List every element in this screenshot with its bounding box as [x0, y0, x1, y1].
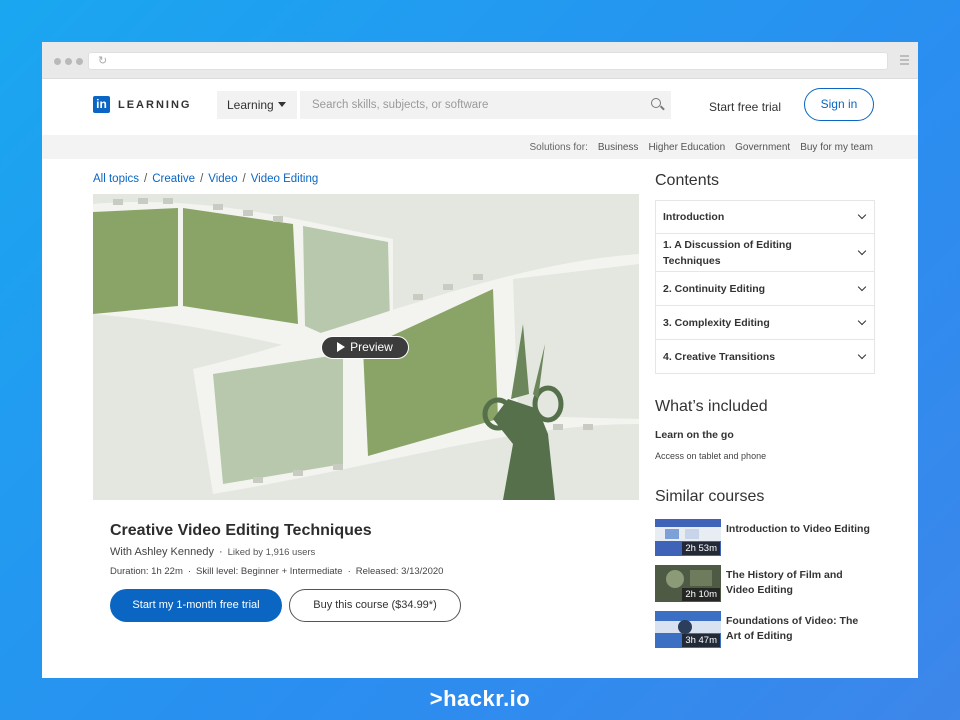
browser-window: ↻ in LEARNING Learning Search skills, su…: [42, 42, 918, 678]
browser-toolbar: ↻: [42, 42, 918, 79]
address-bar[interactable]: ↻: [88, 52, 888, 70]
course-duration: Duration: 1h 22m: [110, 566, 183, 577]
course-duration-badge: 2h 10m: [682, 588, 720, 601]
window-controls[interactable]: [54, 58, 83, 65]
preview-label: Preview: [350, 340, 393, 354]
search-input[interactable]: Search skills, subjects, or software: [300, 91, 671, 119]
similar-course-title: Introduction to Video Editing: [726, 523, 870, 535]
course-title: Creative Video Editing Techniques: [110, 522, 372, 539]
contents-list: Introduction 1. A Discussion of Editing …: [655, 200, 875, 374]
reload-icon[interactable]: ↻: [98, 54, 107, 68]
whats-included-heading: What’s included: [655, 398, 768, 415]
play-icon: [337, 342, 346, 352]
course-sidebar: Contents Introduction 1. A Discussion of…: [655, 172, 875, 648]
breadcrumb-video[interactable]: Video: [208, 173, 237, 185]
site-header: in LEARNING Learning Search skills, subj…: [42, 79, 918, 135]
hackr-brand-watermark: >hackr.io: [429, 686, 531, 711]
similar-courses-heading: Similar courses: [655, 488, 765, 505]
course-skill-level: Skill level: Beginner + Intermediate: [196, 566, 343, 577]
breadcrumb-all-topics[interactable]: All topics: [93, 173, 139, 185]
chevron-down-icon: [857, 282, 867, 291]
learning-dropdown[interactable]: Learning: [217, 91, 297, 119]
linkedin-logo-icon: in: [93, 96, 110, 113]
course-meta: Duration: 1h 22m · Skill level: Beginner +…: [110, 566, 444, 577]
browser-menu-icon[interactable]: [900, 55, 909, 67]
solutions-business-link[interactable]: Business: [598, 142, 639, 153]
search-placeholder: Search skills, subjects, or software: [312, 99, 489, 111]
logo-text: LEARNING: [118, 98, 192, 111]
chevron-down-icon: [857, 246, 867, 255]
start-free-trial-link[interactable]: Start free trial: [709, 100, 781, 114]
chevron-down-icon: [857, 210, 867, 220]
similar-course-title: The History of Film and Video Editing: [726, 569, 843, 596]
learning-dropdown-label: Learning: [227, 98, 274, 112]
chevron-down-icon: [857, 350, 867, 359]
course-duration-badge: 3h 47m: [682, 634, 720, 647]
solutions-government-link[interactable]: Government: [735, 142, 790, 153]
similar-course-title: Foundations of Video: The Art of Editing: [726, 615, 859, 642]
course-thumbnail: 3h 47m: [655, 611, 721, 648]
course-duration-badge: 2h 53m: [682, 542, 720, 555]
sign-in-button[interactable]: Sign in: [804, 88, 874, 121]
search-button[interactable]: [643, 91, 671, 119]
course-release-date: Released: 3/13/2020: [355, 566, 444, 577]
contents-item-chapter-2[interactable]: 2. Continuity Editing: [656, 272, 874, 306]
similar-course-1[interactable]: 2h 53m Introduction to Video Editing: [655, 519, 875, 557]
chevron-down-icon: [857, 316, 867, 325]
breadcrumb-video-editing[interactable]: Video Editing: [251, 173, 319, 185]
breadcrumb-creative[interactable]: Creative: [152, 173, 195, 185]
breadcrumb: All topics / Creative / Video / Video Editing: [93, 173, 319, 185]
learn-on-the-go: Learn on the go: [655, 429, 734, 441]
solutions-label: Solutions for:: [529, 142, 588, 153]
contents-heading: Contents: [655, 172, 720, 189]
linkedin-learning-logo[interactable]: in LEARNING: [93, 96, 191, 113]
contents-item-chapter-4[interactable]: 4. Creative Transitions: [656, 340, 874, 373]
similar-course-3[interactable]: 3h 47m Foundations of Video: The Art of …: [655, 611, 875, 649]
course-thumbnail: 2h 10m: [655, 565, 721, 602]
contents-item-introduction[interactable]: Introduction: [656, 201, 874, 234]
course-preview-image[interactable]: Preview: [93, 194, 639, 500]
buy-course-button[interactable]: Buy this course ($34.99*): [289, 589, 461, 622]
course-author-line: With Ashley Kennedy · Liked by 1,916 users: [110, 546, 316, 558]
preview-button[interactable]: Preview: [321, 336, 409, 359]
course-thumbnail: 2h 53m: [655, 519, 721, 556]
start-free-trial-button[interactable]: Start my 1-month free trial: [110, 589, 282, 622]
solutions-higher-education-link[interactable]: Higher Education: [648, 142, 725, 153]
contents-item-chapter-3[interactable]: 3. Complexity Editing: [656, 306, 874, 340]
course-author[interactable]: With Ashley Kennedy: [110, 546, 214, 558]
solutions-bar: Solutions for: Business Higher Education…: [42, 135, 918, 159]
caret-down-icon: [277, 102, 286, 107]
course-info-card: Creative Video Editing Techniques With A…: [93, 500, 639, 640]
contents-item-chapter-1[interactable]: 1. A Discussion of Editing Techniques: [656, 234, 874, 272]
solutions-buy-for-team-link[interactable]: Buy for my team: [800, 142, 873, 153]
similar-course-2[interactable]: 2h 10m The History of Film and Video Edi…: [655, 565, 875, 603]
course-liked-count: Liked by 1,916 users: [227, 547, 316, 558]
access-on-tablet: Access on tablet and phone: [655, 451, 767, 461]
